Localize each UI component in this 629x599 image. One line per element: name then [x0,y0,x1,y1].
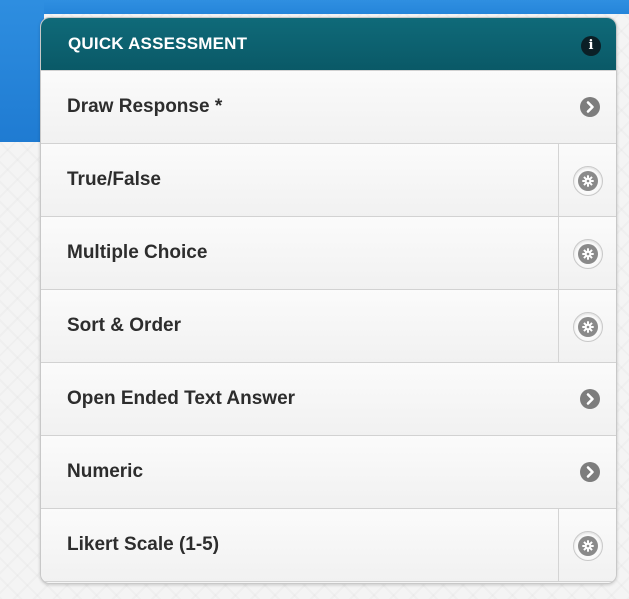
item-label: Multiple Choice [67,242,208,263]
quick-assessment-panel: QUICK ASSESSMENT i Draw Response * True/… [40,17,617,584]
settings-button[interactable] [573,531,603,561]
settings-cell[interactable] [558,509,616,581]
panel-footer [41,581,616,583]
gear-icon [578,171,598,191]
gear-icon [578,536,598,556]
settings-cell[interactable] [558,290,616,362]
chevron-right-icon [580,97,600,117]
list-item-likert-scale[interactable]: Likert Scale (1-5) [41,508,616,581]
settings-button[interactable] [573,166,603,196]
chevron-right-icon [580,389,600,409]
item-label: Likert Scale (1-5) [67,534,220,555]
item-label: Open Ended Text Answer [67,388,296,409]
list-item-draw-response[interactable]: Draw Response * [41,70,616,143]
panel-header: QUICK ASSESSMENT i [41,18,616,70]
settings-cell[interactable] [558,217,616,289]
item-label: True/False [67,169,161,190]
top-blue-bar [0,0,629,14]
list-item-true-false[interactable]: True/False [41,143,616,216]
item-label: Sort & Order [67,315,182,336]
list-item-numeric[interactable]: Numeric [41,435,616,508]
panel-title: QUICK ASSESSMENT [68,34,248,53]
settings-button[interactable] [573,239,603,269]
list-item-open-ended-text-answer[interactable]: Open Ended Text Answer [41,362,616,435]
chevron-right-icon [580,462,600,482]
item-label: Numeric [67,461,144,482]
gear-icon [578,317,598,337]
list-item-sort-order[interactable]: Sort & Order [41,289,616,362]
settings-button[interactable] [573,312,603,342]
left-blue-bar [0,0,44,142]
info-icon[interactable]: i [581,36,601,56]
settings-cell[interactable] [558,144,616,216]
item-label: Draw Response * [67,96,223,117]
gear-icon [578,244,598,264]
list-item-multiple-choice[interactable]: Multiple Choice [41,216,616,289]
